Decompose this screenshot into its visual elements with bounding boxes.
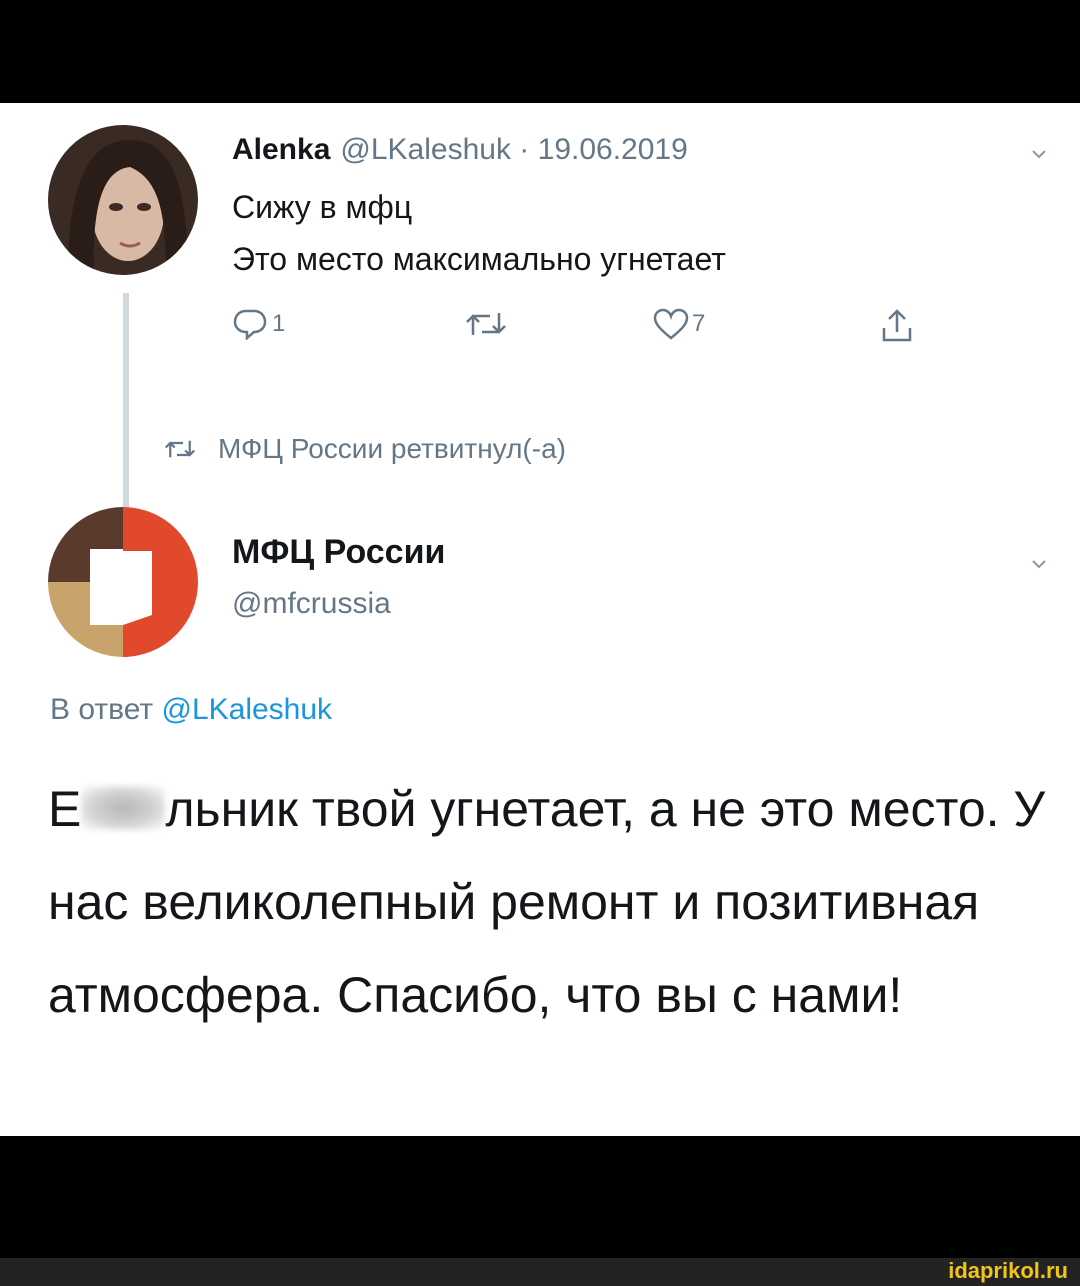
- tweet2-author-name[interactable]: МФЦ России: [232, 533, 445, 572]
- tweet1-author-handle[interactable]: @LKaleshuk: [340, 133, 511, 166]
- reply-button[interactable]: 1: [232, 308, 285, 340]
- tweet1-date[interactable]: 19.06.2019: [538, 133, 688, 166]
- like-button[interactable]: 7: [652, 308, 705, 340]
- retweet-notice: МФЦ России ретвитнул(-а): [162, 433, 566, 465]
- retweet-icon: [466, 313, 506, 335]
- tweet1-header: Alenka @LKaleshuk · 19.06.2019: [232, 133, 688, 167]
- reply-count: 1: [272, 310, 286, 337]
- tweet1-line-1: Сижу в мфц: [232, 189, 413, 225]
- like-count: 7: [692, 310, 706, 337]
- share-button[interactable]: [880, 308, 914, 344]
- watermark: idaprikol.ru: [948, 1258, 1068, 1283]
- avatar-mfc-logo[interactable]: [48, 507, 198, 657]
- heart-icon: [653, 308, 689, 340]
- share-icon: [882, 309, 912, 342]
- retweet-notice-text[interactable]: МФЦ России ретвитнул(-а): [218, 433, 566, 465]
- tweet2-text: Ельник твой угнетает, а не это место. У …: [48, 763, 1058, 1042]
- avatar-alenka[interactable]: [48, 125, 198, 275]
- reply-mention-link[interactable]: @LKaleshuk: [161, 693, 332, 726]
- chevron-down-icon[interactable]: [1030, 555, 1048, 573]
- tweet1-line-2: Это место максимально угнетает: [232, 241, 726, 277]
- watermark-band: [0, 1258, 1080, 1286]
- retweet-icon: [164, 440, 196, 458]
- mfc-logo-icon: [48, 507, 198, 657]
- censor-blur: [81, 786, 166, 830]
- chevron-down-icon[interactable]: [1030, 145, 1048, 163]
- tweet1-separator: ·: [519, 133, 530, 166]
- tweet2-author-handle[interactable]: @mfcrussia: [232, 587, 391, 621]
- tweet-card: Alenka @LKaleshuk · 19.06.2019 Сижу в мфц…: [0, 103, 1080, 1136]
- reply-icon: [233, 309, 267, 340]
- reply-prefix: В ответ: [50, 693, 154, 726]
- tweet2-text-start: Е: [48, 781, 82, 837]
- reply-context: В ответ @LKaleshuk: [50, 693, 332, 727]
- tweet2-text-rest: льник твой угнетает, а не это место. У н…: [48, 781, 1046, 1023]
- tweet1-text: Сижу в мфц Это место максимально угнетае…: [232, 181, 726, 285]
- retweet-button[interactable]: [464, 308, 508, 340]
- tweet1-author-name[interactable]: Alenka: [232, 133, 330, 166]
